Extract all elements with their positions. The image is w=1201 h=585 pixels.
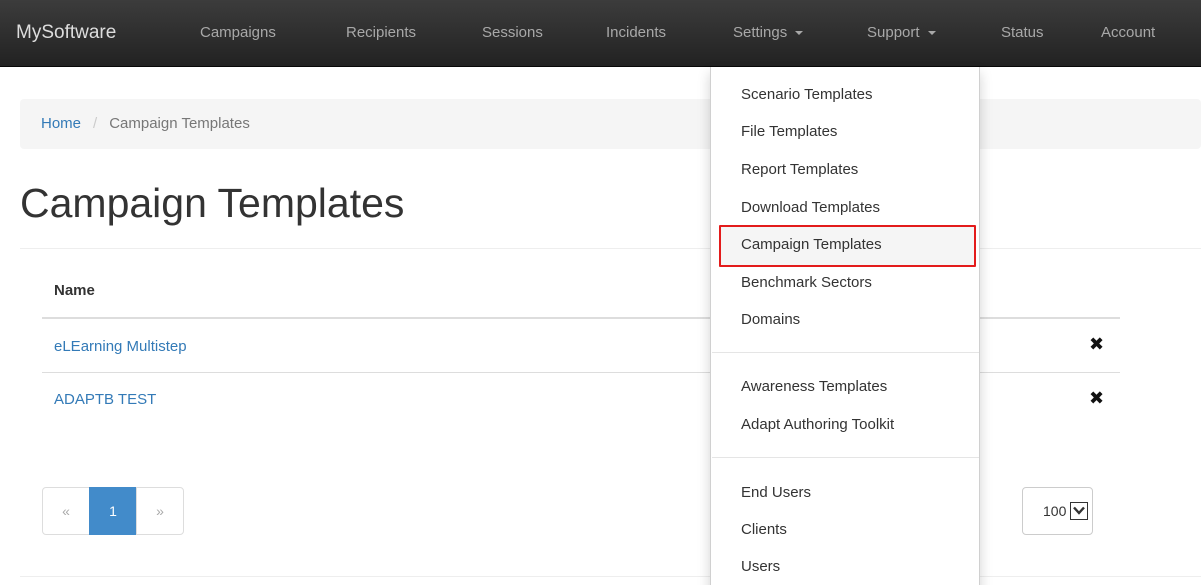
settings-dropdown-menu: Scenario Templates File Templates Report… [710,67,980,585]
breadcrumb: Home / Campaign Templates [20,99,1201,149]
pagination-page-1[interactable]: 1 [89,487,137,535]
pagination: « 1 » [42,487,184,535]
caret-down-icon [927,31,936,36]
nav-account[interactable]: Account [1101,0,1155,67]
breadcrumb-home-link[interactable]: Home [41,115,81,132]
table-row-name-link[interactable]: ADAPTB TEST [54,391,156,408]
nav-recipients[interactable]: Recipients [346,0,416,67]
nav-settings-label: Settings [733,24,788,41]
breadcrumb-current: Campaign Templates [109,115,250,132]
menu-item-download-templates[interactable]: Download Templates [741,199,880,216]
menu-item-users[interactable]: Users [741,558,780,575]
menu-item-domains[interactable]: Domains [741,311,800,328]
menu-item-campaign-templates[interactable]: Campaign Templates [741,236,882,253]
nav-settings[interactable]: Settings [733,0,804,67]
menu-item-file-templates[interactable]: File Templates [741,123,837,140]
table-header-name[interactable]: Name [54,282,95,299]
page-size-select[interactable]: 100 [1022,487,1093,535]
caret-down-icon [795,31,804,36]
chevron-down-icon[interactable] [1070,502,1088,520]
menu-divider [712,352,979,353]
breadcrumb-separator: / [93,115,98,132]
title-divider [20,248,1201,249]
table-row-name-link[interactable]: eLEarning Multistep [54,338,187,355]
menu-item-awareness-templates[interactable]: Awareness Templates [741,378,887,395]
menu-item-adapt-authoring-toolkit[interactable]: Adapt Authoring Toolkit [741,416,894,433]
menu-item-report-templates[interactable]: Report Templates [741,161,858,178]
menu-divider [712,457,979,458]
menu-item-end-users[interactable]: End Users [741,484,811,501]
nav-incidents[interactable]: Incidents [606,0,666,67]
nav-status[interactable]: Status [1001,0,1044,67]
nav-campaigns[interactable]: Campaigns [200,0,276,67]
menu-item-scenario-templates[interactable]: Scenario Templates [741,86,872,103]
pagination-prev-button[interactable]: « [42,487,90,535]
menu-item-clients[interactable]: Clients [741,521,787,538]
nav-support[interactable]: Support [867,0,936,67]
page-size-value: 100 [1043,503,1067,519]
menu-item-benchmark-sectors[interactable]: Benchmark Sectors [741,274,872,291]
nav-sessions[interactable]: Sessions [482,0,543,67]
delete-icon[interactable]: ✖ [1089,388,1104,409]
footer-divider [20,576,1201,577]
brand-logo[interactable]: MySoftware [16,0,116,67]
nav-support-label: Support [867,24,920,41]
page-title: Campaign Templates [20,180,405,226]
delete-icon[interactable]: ✖ [1089,334,1104,355]
pagination-next-button[interactable]: » [136,487,184,535]
top-navbar: MySoftware Campaigns Recipients Sessions… [0,0,1201,67]
